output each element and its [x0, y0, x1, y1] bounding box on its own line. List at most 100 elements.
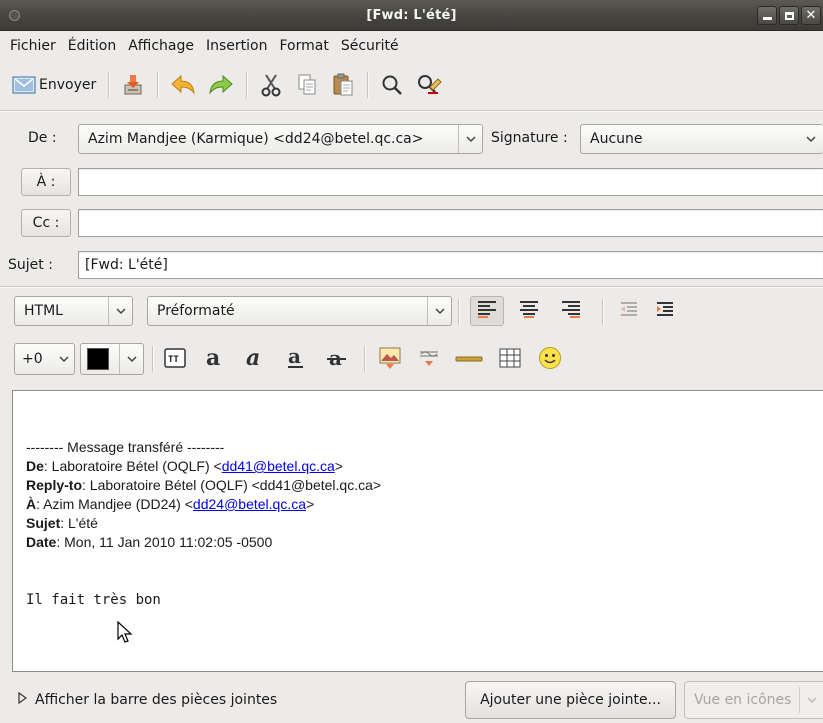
cc-label: Cc : [32, 215, 60, 231]
attachments-toggle[interactable]: Afficher la barre des pièces jointes [18, 691, 278, 708]
insert-image-button[interactable] [374, 345, 406, 375]
maximize-icon [784, 11, 794, 20]
message-editor[interactable]: -------- Message transféré -------- De: … [12, 390, 823, 672]
view-mode-select[interactable]: Vue en icônes [684, 681, 823, 719]
paragraph-style-select[interactable]: Préformaté [147, 296, 452, 326]
signature-select[interactable]: Aucune [580, 124, 823, 154]
menu-securite[interactable]: Sécurité [335, 38, 405, 54]
chevron-down-icon [427, 297, 451, 325]
minimize-button[interactable] [757, 6, 777, 25]
redo-icon [208, 74, 234, 96]
main-toolbar: Envoyer [0, 63, 823, 107]
fwd-from-text: : Laboratoire Bétel (OQLF) < [43, 458, 222, 474]
chevron-down-icon [119, 344, 143, 374]
send-button[interactable]: Envoyer [10, 69, 102, 101]
chevron-down-icon [108, 297, 132, 325]
align-left-button[interactable] [470, 296, 504, 326]
menu-format[interactable]: Format [273, 38, 334, 54]
fwd-date-text: : Mon, 11 Jan 2010 11:02:05 -0500 [56, 534, 273, 550]
fwd-from-close: > [334, 458, 343, 474]
fwd-replyto-text: : Laboratoire Bétel (OQLF) <dd41@betel.q… [82, 477, 382, 493]
outdent-icon [619, 300, 639, 322]
subject-field[interactable]: [Fwd: L'été] [78, 251, 823, 279]
forward-separator: -------- Message transféré -------- [26, 439, 225, 455]
toolbar-separator [157, 72, 159, 98]
italic-button[interactable]: a [238, 345, 272, 375]
mode-select[interactable]: HTML [14, 296, 133, 326]
toolbar-separator [108, 72, 110, 98]
font-size-value: +0 [22, 351, 43, 367]
window-menu-icon[interactable] [9, 10, 20, 21]
copy-button[interactable] [289, 69, 325, 101]
view-mode-value: Vue en icônes [694, 692, 792, 708]
spellcheck-icon [416, 73, 442, 97]
fwd-from-link[interactable]: dd41@betel.qc.ca [222, 458, 335, 474]
close-button[interactable]: ✕ [801, 6, 821, 25]
insert-link-icon [417, 346, 441, 374]
menu-fichier[interactable]: Fichier [4, 38, 62, 54]
cut-button[interactable] [253, 69, 289, 101]
insert-rule-button[interactable] [452, 345, 486, 375]
fwd-to-link[interactable]: dd24@betel.qc.ca [193, 496, 306, 512]
italic-icon: a [243, 345, 267, 373]
fwd-from-label: De [26, 458, 44, 474]
align-center-icon [518, 299, 540, 323]
insert-table-button[interactable] [494, 345, 526, 375]
from-select[interactable]: Azim Mandjee (Karmique) <dd24@betel.qc.c… [78, 124, 483, 154]
menu-affichage[interactable]: Affichage [122, 38, 200, 54]
to-field[interactable] [78, 168, 823, 196]
find-button[interactable] [374, 69, 410, 101]
save-button[interactable] [115, 69, 151, 101]
text-color-select[interactable] [80, 343, 144, 375]
align-center-button[interactable] [512, 296, 546, 326]
outdent-button[interactable] [614, 296, 644, 326]
smiley-icon [538, 346, 562, 374]
strikethrough-button[interactable]: a [320, 345, 354, 375]
indent-button[interactable] [650, 296, 680, 326]
title-bar: [Fwd: L'été] ✕ [0, 0, 823, 31]
maximize-button[interactable] [779, 6, 799, 25]
from-label: De : [28, 130, 57, 146]
svg-text:a: a [246, 347, 260, 369]
menu-insertion[interactable]: Insertion [200, 38, 273, 54]
forward-button[interactable] [202, 69, 240, 101]
subject-label: Sujet : [8, 257, 53, 273]
signature-value: Aucune [590, 131, 643, 147]
underline-button[interactable]: a [279, 344, 313, 375]
paragraph-style-value: Préformaté [157, 303, 235, 319]
toolbar-separator [364, 346, 365, 372]
to-label: À : [36, 174, 56, 190]
insert-image-icon [378, 346, 402, 374]
fwd-to-label: À [26, 496, 37, 512]
message-body: Il fait très bon [26, 592, 161, 608]
spellcheck-button[interactable] [410, 69, 448, 101]
monospace-icon: TT [164, 348, 186, 372]
attachments-toggle-label: Afficher la barre des pièces jointes [35, 692, 278, 708]
forwarded-header: -------- Message transféré -------- De: … [26, 438, 381, 552]
insert-link-button[interactable] [413, 345, 445, 375]
toolbar-separator [246, 72, 248, 98]
font-size-select[interactable]: +0 [14, 343, 75, 375]
cc-button[interactable]: Cc : [21, 209, 71, 237]
undo-icon [170, 74, 196, 96]
underline-icon: a [284, 344, 308, 374]
chevron-down-icon [799, 687, 823, 713]
fwd-to-line: À: Azim Mandjee (DD24) <dd24@betel.qc.ca… [26, 495, 381, 514]
monospace-button[interactable]: TT [160, 345, 190, 375]
reply-button[interactable] [164, 69, 202, 101]
align-right-button[interactable] [554, 296, 588, 326]
bold-button[interactable]: a [198, 345, 232, 375]
menu-edition[interactable]: Édition [62, 38, 122, 54]
paste-icon [332, 73, 354, 97]
menu-bar: Fichier Édition Affichage Insertion Form… [0, 31, 823, 61]
cc-field[interactable] [78, 209, 823, 237]
svg-text:a: a [206, 347, 220, 369]
from-value: Azim Mandjee (Karmique) <dd24@betel.qc.c… [88, 131, 424, 147]
toolbar-separator [367, 72, 369, 98]
to-button[interactable]: À : [21, 168, 71, 196]
cut-icon [260, 73, 282, 97]
fwd-from-line: De: Laboratoire Bétel (OQLF) <dd41@betel… [26, 457, 381, 476]
paste-button[interactable] [325, 69, 361, 101]
add-attachment-button[interactable]: Ajouter une pièce jointe... [465, 681, 676, 719]
insert-smiley-button[interactable] [534, 345, 566, 375]
